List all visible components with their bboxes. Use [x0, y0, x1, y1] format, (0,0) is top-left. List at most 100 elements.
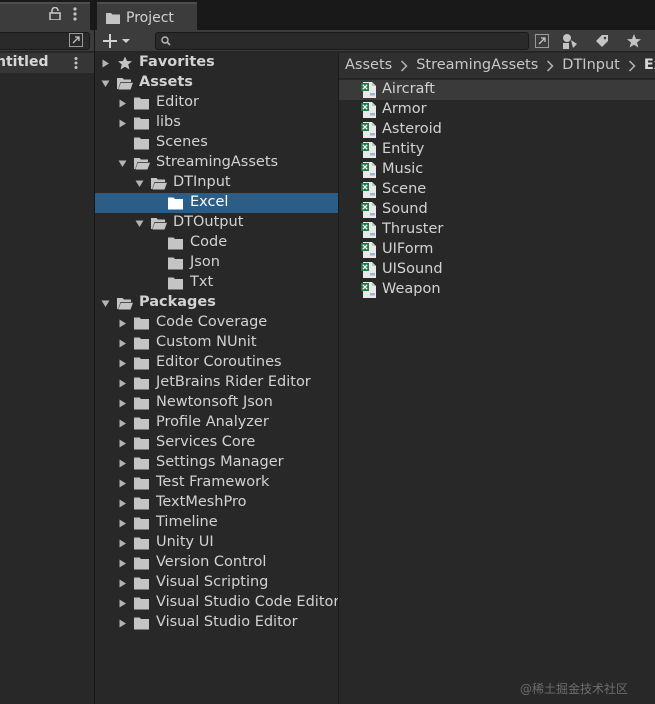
tree-row-jetbrains-rider-editor[interactable]: JetBrains Rider Editor [95, 373, 338, 393]
tree-row-json[interactable]: Json [95, 253, 338, 273]
excel-file-icon [361, 82, 376, 98]
breadcrumb-ex[interactable]: Ex [644, 57, 655, 73]
tree-row-profile-analyzer[interactable]: Profile Analyzer [95, 413, 338, 433]
file-label: Weapon [382, 281, 441, 297]
expand-arrow-icon[interactable] [118, 579, 127, 588]
file-row-aircraft[interactable]: Aircraft [339, 80, 655, 100]
tree-row-editor-coroutines[interactable]: Editor Coroutines [95, 353, 338, 373]
expand-arrow-icon[interactable] [118, 519, 127, 528]
search-expand-icon[interactable] [68, 32, 84, 48]
expand-arrow-icon[interactable] [118, 319, 127, 328]
tree-row-newtonsoft-json[interactable]: Newtonsoft Json [95, 393, 338, 413]
tree-row-editor[interactable]: Editor [95, 93, 338, 113]
file-row-entity[interactable]: Entity [339, 140, 655, 160]
breadcrumb-separator-icon [628, 60, 636, 72]
expand-arrow-icon[interactable] [118, 99, 127, 108]
tree-row-dtinput[interactable]: DTInput [95, 173, 338, 193]
folder-icon [134, 137, 149, 150]
expand-arrow-icon[interactable] [118, 479, 127, 488]
file-row-uisound[interactable]: UISound [339, 260, 655, 280]
tree-row-label: libs [156, 114, 181, 130]
tree-row-custom-nunit[interactable]: Custom NUnit [95, 333, 338, 353]
tree-row-code[interactable]: Code [95, 233, 338, 253]
star-icon [118, 56, 132, 70]
folder-icon [168, 237, 183, 250]
folder-icon [134, 337, 149, 350]
tree-row-dtoutput[interactable]: DTOutput [95, 213, 338, 233]
tree-row-assets[interactable]: Assets [95, 73, 338, 93]
favorite-star-icon[interactable] [625, 32, 643, 50]
file-row-thruster[interactable]: Thruster [339, 220, 655, 240]
tree-row-test-framework[interactable]: Test Framework [95, 473, 338, 493]
expand-arrow-icon[interactable] [118, 539, 127, 548]
search-expand-icon[interactable] [533, 32, 551, 50]
tree-row-excel[interactable]: Excel [95, 193, 338, 213]
collapse-arrow-icon[interactable] [101, 299, 110, 308]
tree-row-favorites[interactable]: Favorites [95, 53, 338, 73]
file-row-weapon[interactable]: Weapon [339, 280, 655, 300]
folder-icon [106, 13, 120, 24]
breadcrumb-streamingassets[interactable]: StreamingAssets [416, 57, 538, 73]
tree-row-label: Txt [190, 274, 214, 290]
folder-icon [134, 557, 149, 570]
tree-row-libs[interactable]: libs [95, 113, 338, 133]
collapse-arrow-icon[interactable] [135, 219, 144, 228]
expand-arrow-icon[interactable] [101, 59, 110, 68]
breadcrumb-dtinput[interactable]: DTInput [562, 57, 620, 73]
folder-icon [134, 437, 149, 450]
search-by-type-icon[interactable] [561, 32, 579, 50]
scene-kebab-icon[interactable] [72, 56, 80, 70]
tree-row-code-coverage[interactable]: Code Coverage [95, 313, 338, 333]
file-row-sound[interactable]: Sound [339, 200, 655, 220]
tree-row-unity-ui[interactable]: Unity UI [95, 533, 338, 553]
file-row-uiform[interactable]: UIForm [339, 240, 655, 260]
expand-arrow-icon[interactable] [118, 419, 127, 428]
collapse-arrow-icon[interactable] [118, 159, 127, 168]
scene-row[interactable]: ntitled [0, 53, 94, 73]
tree-row-textmeshpro[interactable]: TextMeshPro [95, 493, 338, 513]
file-label: Asteroid [382, 121, 442, 137]
tree-row-label: Version Control [156, 554, 267, 570]
expand-arrow-icon[interactable] [118, 119, 127, 128]
collapse-arrow-icon[interactable] [101, 79, 110, 88]
project-tab[interactable]: Project [97, 2, 197, 30]
collapse-arrow-icon[interactable] [135, 179, 144, 188]
expand-arrow-icon[interactable] [118, 599, 127, 608]
tree-row-visual-studio-editor[interactable]: Visual Studio Editor [95, 613, 338, 633]
expand-arrow-icon[interactable] [118, 339, 127, 348]
tree-row-timeline[interactable]: Timeline [95, 513, 338, 533]
file-label: UISound [382, 261, 443, 277]
tree-row-services-core[interactable]: Services Core [95, 433, 338, 453]
project-search-field[interactable] [155, 32, 529, 50]
expand-arrow-icon[interactable] [118, 559, 127, 568]
tree-row-label: Services Core [156, 434, 256, 450]
tree-row-version-control[interactable]: Version Control [95, 553, 338, 573]
expand-arrow-icon[interactable] [118, 379, 127, 388]
tree-row-packages[interactable]: Packages [95, 293, 338, 313]
tree-row-settings-manager[interactable]: Settings Manager [95, 453, 338, 473]
file-row-music[interactable]: Music [339, 160, 655, 180]
expand-arrow-icon[interactable] [118, 359, 127, 368]
excel-file-icon [361, 102, 376, 118]
expand-arrow-icon[interactable] [118, 619, 127, 628]
tree-row-visual-scripting[interactable]: Visual Scripting [95, 573, 338, 593]
breadcrumb-assets[interactable]: Assets [345, 57, 392, 73]
expand-arrow-icon[interactable] [118, 399, 127, 408]
expand-arrow-icon[interactable] [118, 459, 127, 468]
folder-open-icon [117, 78, 133, 90]
label-tag-icon[interactable] [593, 32, 611, 50]
tree-row-scenes[interactable]: Scenes [95, 133, 338, 153]
file-row-armor[interactable]: Armor [339, 100, 655, 120]
expand-arrow-icon[interactable] [118, 499, 127, 508]
expand-arrow-icon[interactable] [118, 439, 127, 448]
tree-row-streamingassets[interactable]: StreamingAssets [95, 153, 338, 173]
add-dropdown-button[interactable] [101, 31, 135, 51]
folder-icon [134, 357, 149, 370]
lock-icon[interactable] [49, 7, 61, 20]
kebab-menu-icon[interactable] [71, 6, 79, 22]
file-row-asteroid[interactable]: Asteroid [339, 120, 655, 140]
file-row-scene[interactable]: Scene [339, 180, 655, 200]
tree-row-visual-studio-code-editor[interactable]: Visual Studio Code Editor [95, 593, 339, 613]
search-input[interactable] [176, 33, 516, 49]
tree-row-txt[interactable]: Txt [95, 273, 338, 293]
